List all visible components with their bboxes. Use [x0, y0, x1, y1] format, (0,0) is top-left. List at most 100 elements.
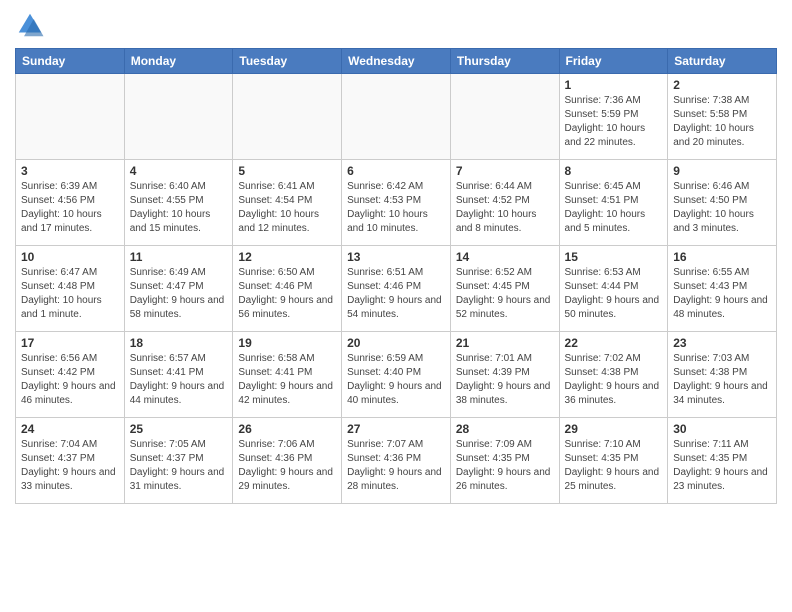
calendar-day: 9 Sunrise: 6:46 AM Sunset: 4:50 PM Daylig… — [668, 160, 777, 246]
calendar-week-3: 10 Sunrise: 6:47 AM Sunset: 4:48 PM Dayli… — [16, 246, 777, 332]
day-info: Sunrise: 6:53 AM Sunset: 4:44 PM Dayligh… — [565, 266, 663, 322]
calendar-week-4: 17Sunrise: 6:56 AM Sunset: 4:42 PM Dayli… — [16, 332, 777, 418]
day-info: Sunrise: 6:58 AM Sunset: 4:41 PM Dayligh… — [238, 352, 336, 408]
calendar-day: 18Sunrise: 6:57 AM Sunset: 4:41 PM Dayli… — [124, 332, 233, 418]
day-number: 7 — [456, 164, 554, 178]
day-number: 26 — [238, 422, 336, 436]
calendar-day: 8Sunrise: 6:45 AM Sunset: 4:51 PM Daylig… — [559, 160, 668, 246]
calendar-day: 16 Sunrise: 6:55 AM Sunset: 4:43 PM Dayli… — [668, 246, 777, 332]
day-number: 10 — [21, 250, 119, 264]
page-container: SundayMondayTuesdayWednesdayThursdayFrid… — [0, 0, 792, 612]
day-number: 19 — [238, 336, 336, 350]
logo — [15, 10, 49, 40]
calendar-day: 25Sunrise: 7:05 AM Sunset: 4:37 PM Dayli… — [124, 418, 233, 504]
weekday-header-monday: Monday — [124, 49, 233, 74]
day-info: Sunrise: 6:59 AM Sunset: 4:40 PM Dayligh… — [347, 352, 445, 408]
calendar-week-2: 3Sunrise: 6:39 AM Sunset: 4:56 PM Daylig… — [16, 160, 777, 246]
calendar-week-5: 24 Sunrise: 7:04 AM Sunset: 4:37 PM Dayli… — [16, 418, 777, 504]
calendar-day — [342, 74, 451, 160]
day-number: 12 — [238, 250, 336, 264]
weekday-header-thursday: Thursday — [450, 49, 559, 74]
day-info: Sunrise: 7:04 AM Sunset: 4:37 PM Dayligh… — [21, 438, 119, 494]
weekday-header-saturday: Saturday — [668, 49, 777, 74]
calendar-day: 20 Sunrise: 6:59 AM Sunset: 4:40 PM Dayli… — [342, 332, 451, 418]
calendar-day: 23Sunrise: 7:03 AM Sunset: 4:38 PM Dayli… — [668, 332, 777, 418]
day-info: Sunrise: 6:44 AM Sunset: 4:52 PM Dayligh… — [456, 180, 554, 236]
day-info: Sunrise: 6:46 AM Sunset: 4:50 PM Dayligh… — [673, 180, 771, 236]
calendar-day: 24 Sunrise: 7:04 AM Sunset: 4:37 PM Dayli… — [16, 418, 125, 504]
calendar-day: 10 Sunrise: 6:47 AM Sunset: 4:48 PM Dayli… — [16, 246, 125, 332]
calendar-day: 15 Sunrise: 6:53 AM Sunset: 4:44 PM Dayli… — [559, 246, 668, 332]
calendar-day — [233, 74, 342, 160]
day-info: Sunrise: 6:51 AM Sunset: 4:46 PM Dayligh… — [347, 266, 445, 322]
day-info: Sunrise: 7:02 AM Sunset: 4:38 PM Dayligh… — [565, 352, 663, 408]
calendar-day: 30 Sunrise: 7:11 AM Sunset: 4:35 PM Dayli… — [668, 418, 777, 504]
calendar-day: 11 Sunrise: 6:49 AM Sunset: 4:47 PM Dayli… — [124, 246, 233, 332]
day-number: 28 — [456, 422, 554, 436]
calendar-day: 17Sunrise: 6:56 AM Sunset: 4:42 PM Dayli… — [16, 332, 125, 418]
weekday-header-row: SundayMondayTuesdayWednesdayThursdayFrid… — [16, 49, 777, 74]
calendar-day: 2Sunrise: 7:38 AM Sunset: 5:58 PM Daylig… — [668, 74, 777, 160]
day-info: Sunrise: 6:49 AM Sunset: 4:47 PM Dayligh… — [130, 266, 228, 322]
day-info: Sunrise: 7:38 AM Sunset: 5:58 PM Dayligh… — [673, 94, 771, 150]
calendar-day — [450, 74, 559, 160]
calendar-day: 6Sunrise: 6:42 AM Sunset: 4:53 PM Daylig… — [342, 160, 451, 246]
calendar-day: 13Sunrise: 6:51 AM Sunset: 4:46 PM Dayli… — [342, 246, 451, 332]
calendar-day: 29 Sunrise: 7:10 AM Sunset: 4:35 PM Dayli… — [559, 418, 668, 504]
calendar-day — [16, 74, 125, 160]
day-info: Sunrise: 6:47 AM Sunset: 4:48 PM Dayligh… — [21, 266, 119, 322]
day-number: 14 — [456, 250, 554, 264]
day-info: Sunrise: 6:52 AM Sunset: 4:45 PM Dayligh… — [456, 266, 554, 322]
calendar-day: 12 Sunrise: 6:50 AM Sunset: 4:46 PM Dayli… — [233, 246, 342, 332]
day-info: Sunrise: 6:57 AM Sunset: 4:41 PM Dayligh… — [130, 352, 228, 408]
calendar-day: 14 Sunrise: 6:52 AM Sunset: 4:45 PM Dayli… — [450, 246, 559, 332]
weekday-header-friday: Friday — [559, 49, 668, 74]
calendar-day: 7 Sunrise: 6:44 AM Sunset: 4:52 PM Daylig… — [450, 160, 559, 246]
weekday-header-wednesday: Wednesday — [342, 49, 451, 74]
day-number: 21 — [456, 336, 554, 350]
day-info: Sunrise: 6:41 AM Sunset: 4:54 PM Dayligh… — [238, 180, 336, 236]
calendar-table: SundayMondayTuesdayWednesdayThursdayFrid… — [15, 48, 777, 504]
day-info: Sunrise: 6:39 AM Sunset: 4:56 PM Dayligh… — [21, 180, 119, 236]
logo-icon — [15, 10, 45, 40]
day-number: 9 — [673, 164, 771, 178]
day-number: 30 — [673, 422, 771, 436]
day-number: 20 — [347, 336, 445, 350]
day-number: 11 — [130, 250, 228, 264]
day-info: Sunrise: 6:42 AM Sunset: 4:53 PM Dayligh… — [347, 180, 445, 236]
day-info: Sunrise: 7:07 AM Sunset: 4:36 PM Dayligh… — [347, 438, 445, 494]
calendar-day: 1Sunrise: 7:36 AM Sunset: 5:59 PM Daylig… — [559, 74, 668, 160]
day-info: Sunrise: 6:55 AM Sunset: 4:43 PM Dayligh… — [673, 266, 771, 322]
day-info: Sunrise: 6:40 AM Sunset: 4:55 PM Dayligh… — [130, 180, 228, 236]
day-number: 27 — [347, 422, 445, 436]
header — [15, 10, 777, 40]
calendar-day — [124, 74, 233, 160]
calendar-header: SundayMondayTuesdayWednesdayThursdayFrid… — [16, 49, 777, 74]
calendar-day: 3Sunrise: 6:39 AM Sunset: 4:56 PM Daylig… — [16, 160, 125, 246]
calendar-day: 27 Sunrise: 7:07 AM Sunset: 4:36 PM Dayli… — [342, 418, 451, 504]
day-info: Sunrise: 7:09 AM Sunset: 4:35 PM Dayligh… — [456, 438, 554, 494]
day-info: Sunrise: 7:06 AM Sunset: 4:36 PM Dayligh… — [238, 438, 336, 494]
calendar-day: 4Sunrise: 6:40 AM Sunset: 4:55 PM Daylig… — [124, 160, 233, 246]
calendar-day: 21Sunrise: 7:01 AM Sunset: 4:39 PM Dayli… — [450, 332, 559, 418]
day-number: 29 — [565, 422, 663, 436]
day-number: 8 — [565, 164, 663, 178]
day-number: 24 — [21, 422, 119, 436]
day-number: 16 — [673, 250, 771, 264]
day-number: 15 — [565, 250, 663, 264]
day-number: 17 — [21, 336, 119, 350]
day-info: Sunrise: 6:50 AM Sunset: 4:46 PM Dayligh… — [238, 266, 336, 322]
day-info: Sunrise: 7:10 AM Sunset: 4:35 PM Dayligh… — [565, 438, 663, 494]
calendar-week-1: 1Sunrise: 7:36 AM Sunset: 5:59 PM Daylig… — [16, 74, 777, 160]
calendar-body: 1Sunrise: 7:36 AM Sunset: 5:59 PM Daylig… — [16, 74, 777, 504]
calendar-day: 26 Sunrise: 7:06 AM Sunset: 4:36 PM Dayli… — [233, 418, 342, 504]
calendar-day: 28 Sunrise: 7:09 AM Sunset: 4:35 PM Dayli… — [450, 418, 559, 504]
day-info: Sunrise: 7:36 AM Sunset: 5:59 PM Dayligh… — [565, 94, 663, 150]
calendar-day: 22 Sunrise: 7:02 AM Sunset: 4:38 PM Dayli… — [559, 332, 668, 418]
day-number: 22 — [565, 336, 663, 350]
calendar-day: 5Sunrise: 6:41 AM Sunset: 4:54 PM Daylig… — [233, 160, 342, 246]
day-info: Sunrise: 7:11 AM Sunset: 4:35 PM Dayligh… — [673, 438, 771, 494]
weekday-header-sunday: Sunday — [16, 49, 125, 74]
day-info: Sunrise: 7:05 AM Sunset: 4:37 PM Dayligh… — [130, 438, 228, 494]
day-number: 23 — [673, 336, 771, 350]
